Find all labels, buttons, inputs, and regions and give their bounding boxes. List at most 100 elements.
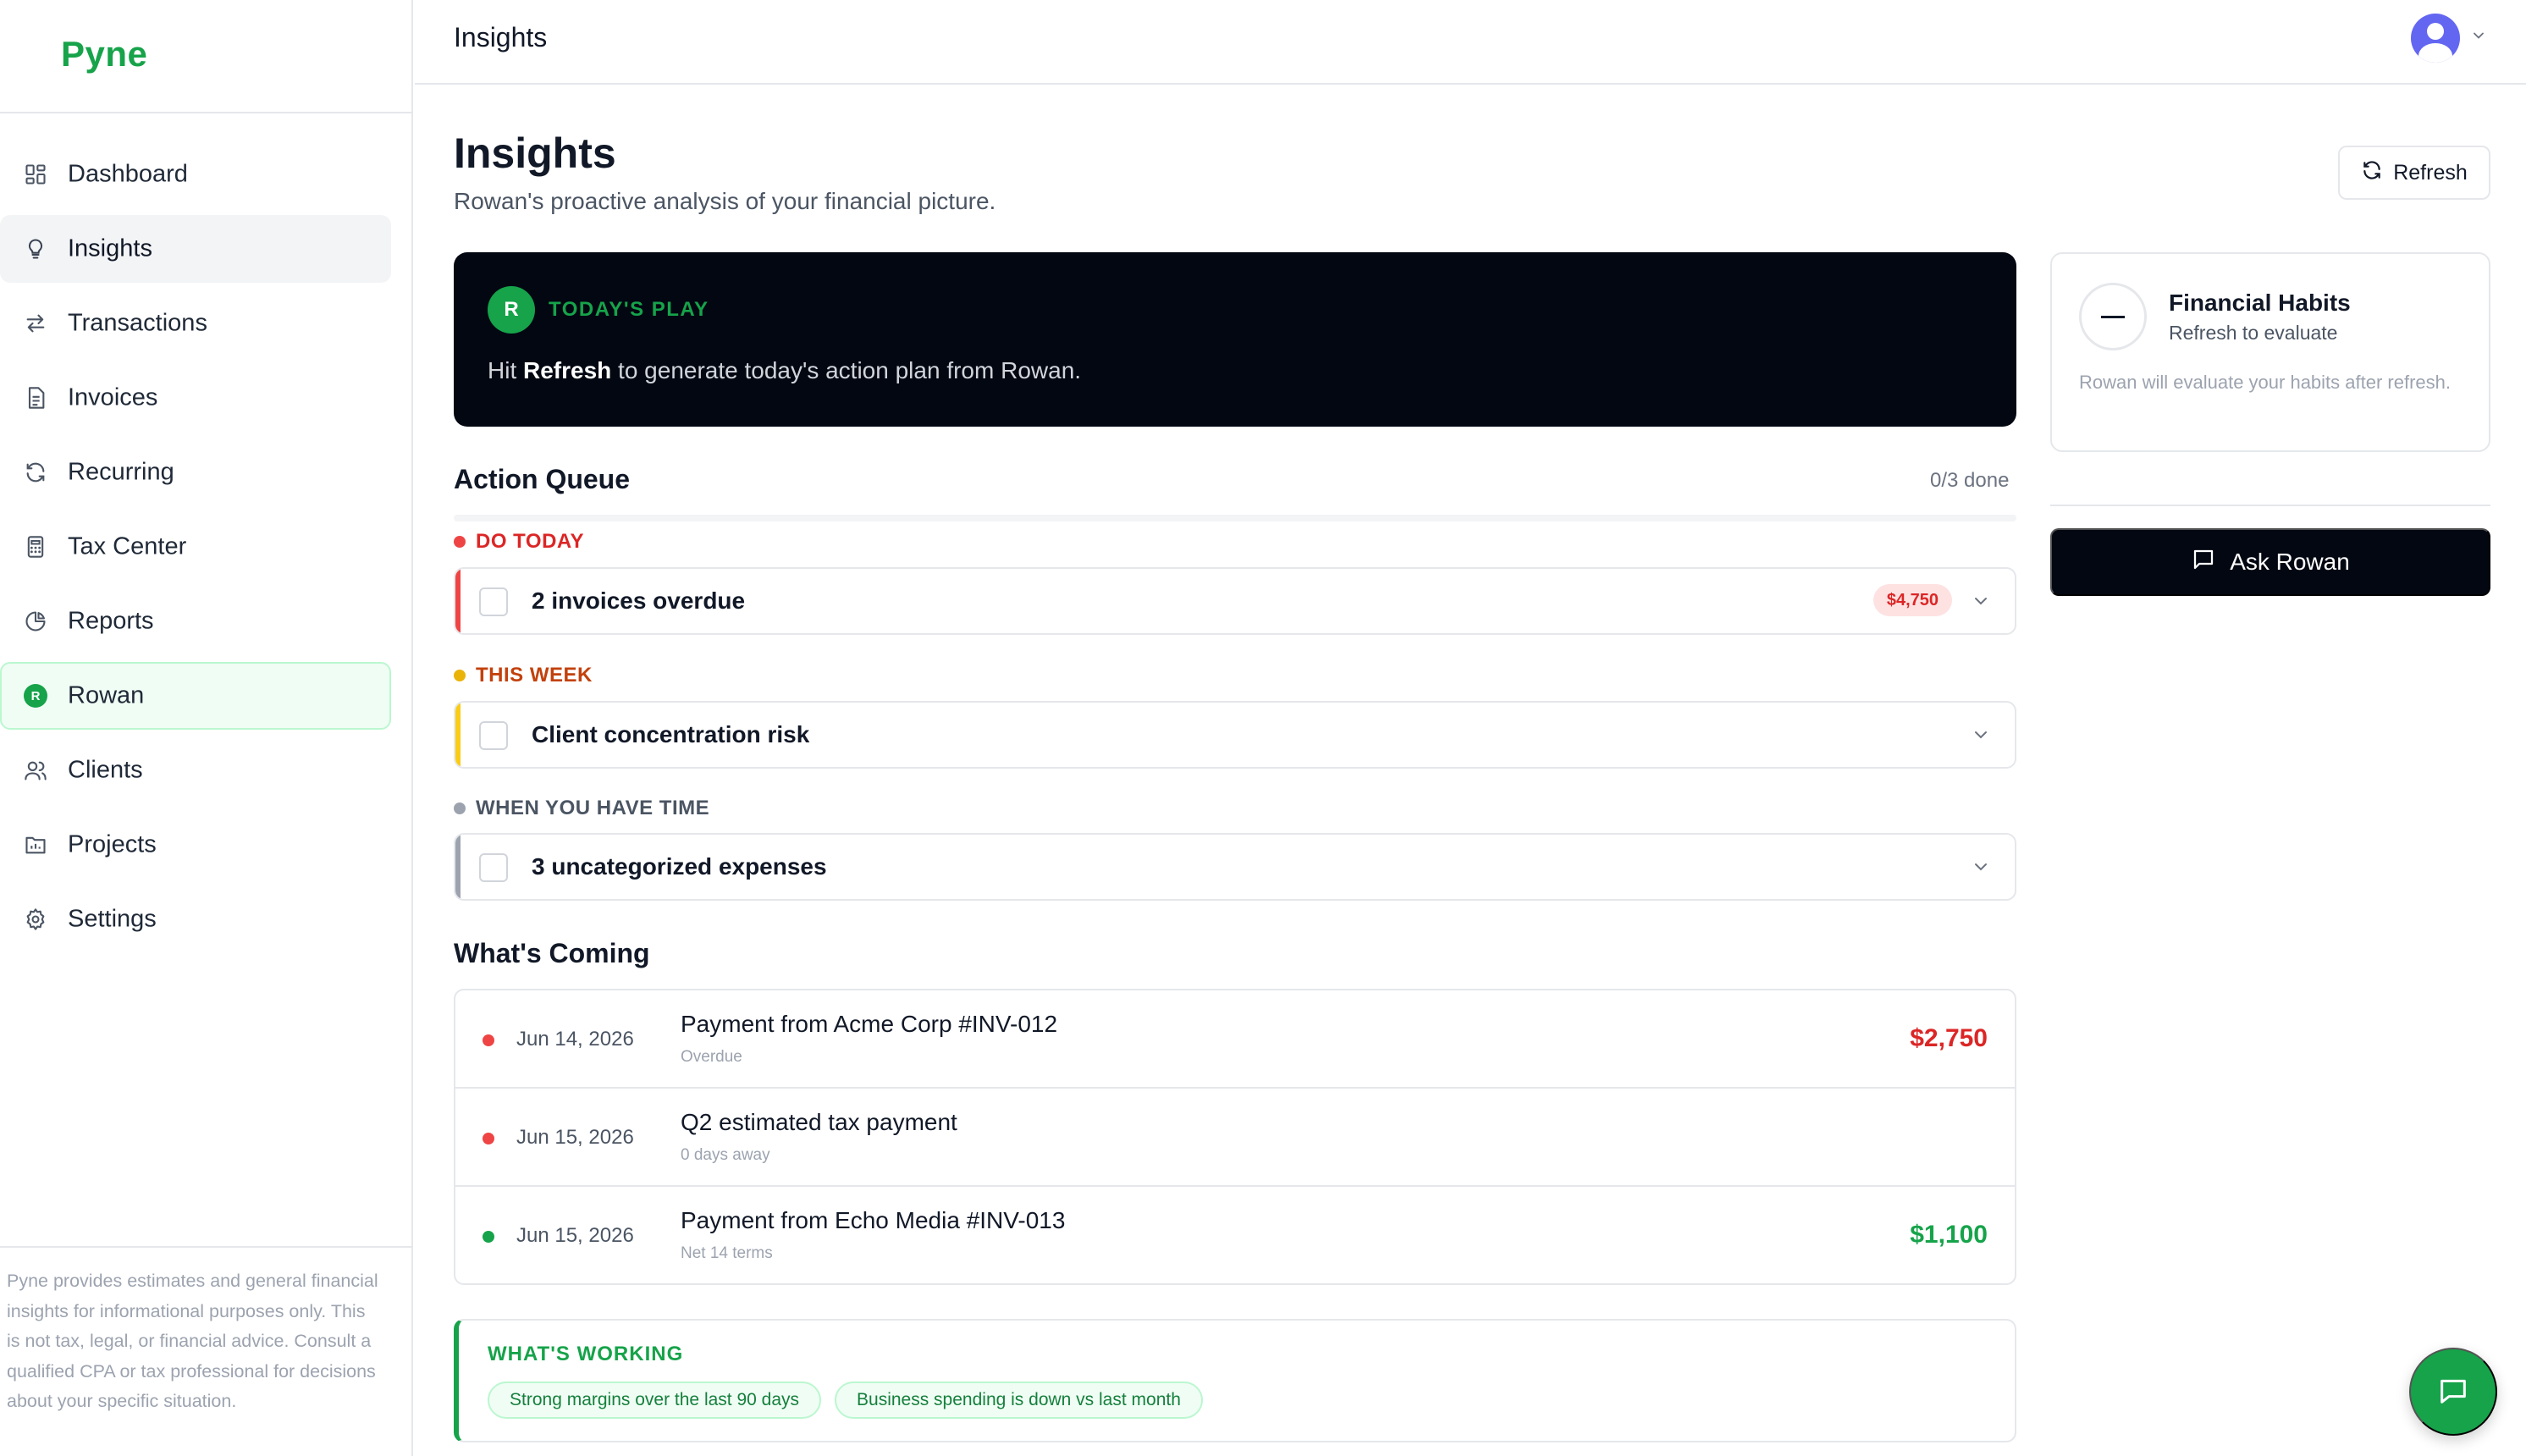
ask-rowan-button[interactable]: Ask Rowan [2050,528,2490,596]
sidebar-item-label: Insights [68,234,152,262]
list-item[interactable]: Jun 15, 2026 Payment from Echo Media #IN… [455,1187,2015,1283]
todays-play-text: Hit Refresh to generate today's action p… [488,357,1081,384]
sidebar-item-dashboard[interactable]: Dashboard [0,141,391,208]
todays-play-label: TODAY'S PLAY [549,298,709,321]
chevron-down-icon[interactable] [1971,591,1991,615]
chip-list: Strong margins over the last 90 days Bus… [488,1382,1203,1419]
refresh-button[interactable]: Refresh [2338,146,2490,200]
disclaimer-text: Pyne provides estimates and general fina… [7,1271,378,1411]
chevron-down-icon[interactable] [2470,27,2487,48]
financial-habits-card: Financial Habits Refresh to evaluate Row… [2050,252,2490,452]
item-name: Payment from Echo Media #INV-013 [681,1207,1066,1233]
refresh-icon [2361,159,2383,187]
chevron-down-icon[interactable] [1971,857,1991,881]
task-title: Client concentration risk [532,721,810,747]
refresh-icon [22,459,49,486]
task-title: 2 invoices overdue [532,587,746,614]
text-bold-refresh: Refresh [523,357,612,383]
todays-play-card: R TODAY'S PLAY Hit Refresh to generate t… [454,252,2016,427]
text-segment: Hit [488,357,523,383]
insight-chip[interactable]: Business spending is down vs last month [835,1382,1203,1419]
insight-chip[interactable]: Strong margins over the last 90 days [488,1382,822,1419]
habits-subtitle: Refresh to evaluate [2169,322,2338,344]
group-label-text: THIS WEEK [476,664,593,687]
habits-title: Financial Habits [2169,290,2351,316]
sidebar-item-settings[interactable]: Settings [0,885,391,953]
avatar[interactable] [2411,14,2460,63]
users-icon [22,757,49,784]
avatar-shoulders [2418,43,2452,63]
sidebar-item-insights[interactable]: Insights [0,215,391,283]
lightbulb-icon [22,235,49,262]
refresh-button-label: Refresh [2393,160,2468,185]
item-subtext: 0 days away [681,1146,770,1164]
status-dot [483,1133,494,1144]
chat-fab-button[interactable] [2409,1348,2497,1436]
habits-note: Rowan will evaluate your habits after re… [2079,372,2451,393]
arrows-swap-icon [22,310,49,337]
app-logo[interactable]: Pyne [61,34,147,74]
habits-score-ring [2079,283,2147,350]
list-item[interactable]: Jun 15, 2026 Q2 estimated tax payment 0 … [455,1089,2015,1187]
rowan-badge: R [24,684,47,708]
sidebar-item-label: Projects [68,830,157,858]
document-icon [22,384,49,411]
topbar: Insights [415,0,2526,85]
task-row[interactable]: 3 uncategorized expenses [454,833,2016,901]
whats-working-label: WHAT'S WORKING [488,1343,684,1365]
status-dot [454,670,466,681]
item-subtext: Net 14 terms [681,1244,773,1262]
rowan-badge-icon: R [22,682,49,709]
sidebar-item-clients[interactable]: Clients [0,736,391,804]
sidebar-item-tax-center[interactable]: Tax Center [0,513,391,581]
task-row[interactable]: 2 invoices overdue $4,750 [454,567,2016,635]
avatar-head [2427,23,2444,40]
sidebar-item-rowan[interactable]: R Rowan [0,662,391,730]
sidebar-item-label: Tax Center [68,532,187,560]
task-checkbox[interactable] [479,721,508,750]
item-amount: $2,750 [1910,1024,1988,1052]
task-checkbox[interactable] [479,853,508,882]
group-label-this-week: THIS WEEK [454,664,593,687]
folder-chart-icon [22,831,49,858]
item-name: Payment from Acme Corp #INV-012 [681,1011,1058,1037]
sidebar-item-label: Clients [68,756,143,784]
pie-chart-icon [22,608,49,635]
topbar-title: Insights [454,22,548,52]
whats-coming-title: What's Coming [454,938,650,968]
action-queue-count: 0/3 done [1930,469,2010,492]
sidebar-item-label: Dashboard [68,160,188,188]
sidebar-item-recurring[interactable]: Recurring [0,438,391,506]
divider [2050,505,2490,506]
status-dot [483,1231,494,1243]
status-dot [454,802,466,814]
group-label-do-today: DO TODAY [454,530,584,554]
priority-stripe [455,703,461,767]
ask-rowan-label: Ask Rowan [2230,549,2350,575]
task-title: 3 uncategorized expenses [532,853,827,880]
sidebar-item-transactions[interactable]: Transactions [0,290,391,357]
sidebar-item-projects[interactable]: Projects [0,811,391,879]
item-name: Q2 estimated tax payment [681,1109,957,1135]
task-row[interactable]: Client concentration risk [454,701,2016,769]
chevron-down-icon[interactable] [1971,725,1991,749]
action-queue-title: Action Queue [454,464,631,494]
rowan-badge: R [488,286,535,334]
sidebar-item-label: Reports [68,607,154,635]
status-dot [483,1034,494,1046]
sidebar-item-label: Invoices [68,383,158,411]
sidebar-item-label: Rowan [68,681,145,709]
group-label-text: WHEN YOU HAVE TIME [476,797,710,819]
priority-stripe [455,835,461,899]
calculator-icon [22,533,49,560]
page-title: Insights [454,130,616,177]
list-item[interactable]: Jun 14, 2026 Payment from Acme Corp #INV… [455,990,2015,1089]
page-subtitle: Rowan's proactive analysis of your finan… [454,188,996,214]
item-subtext: Overdue [681,1048,742,1066]
sidebar-item-reports[interactable]: Reports [0,587,391,655]
whats-working-card: WHAT'S WORKING Strong margins over the l… [454,1319,2016,1442]
task-checkbox[interactable] [479,587,508,616]
divider [0,112,411,113]
item-date: Jun 14, 2026 [516,1028,634,1051]
sidebar-item-invoices[interactable]: Invoices [0,364,391,432]
